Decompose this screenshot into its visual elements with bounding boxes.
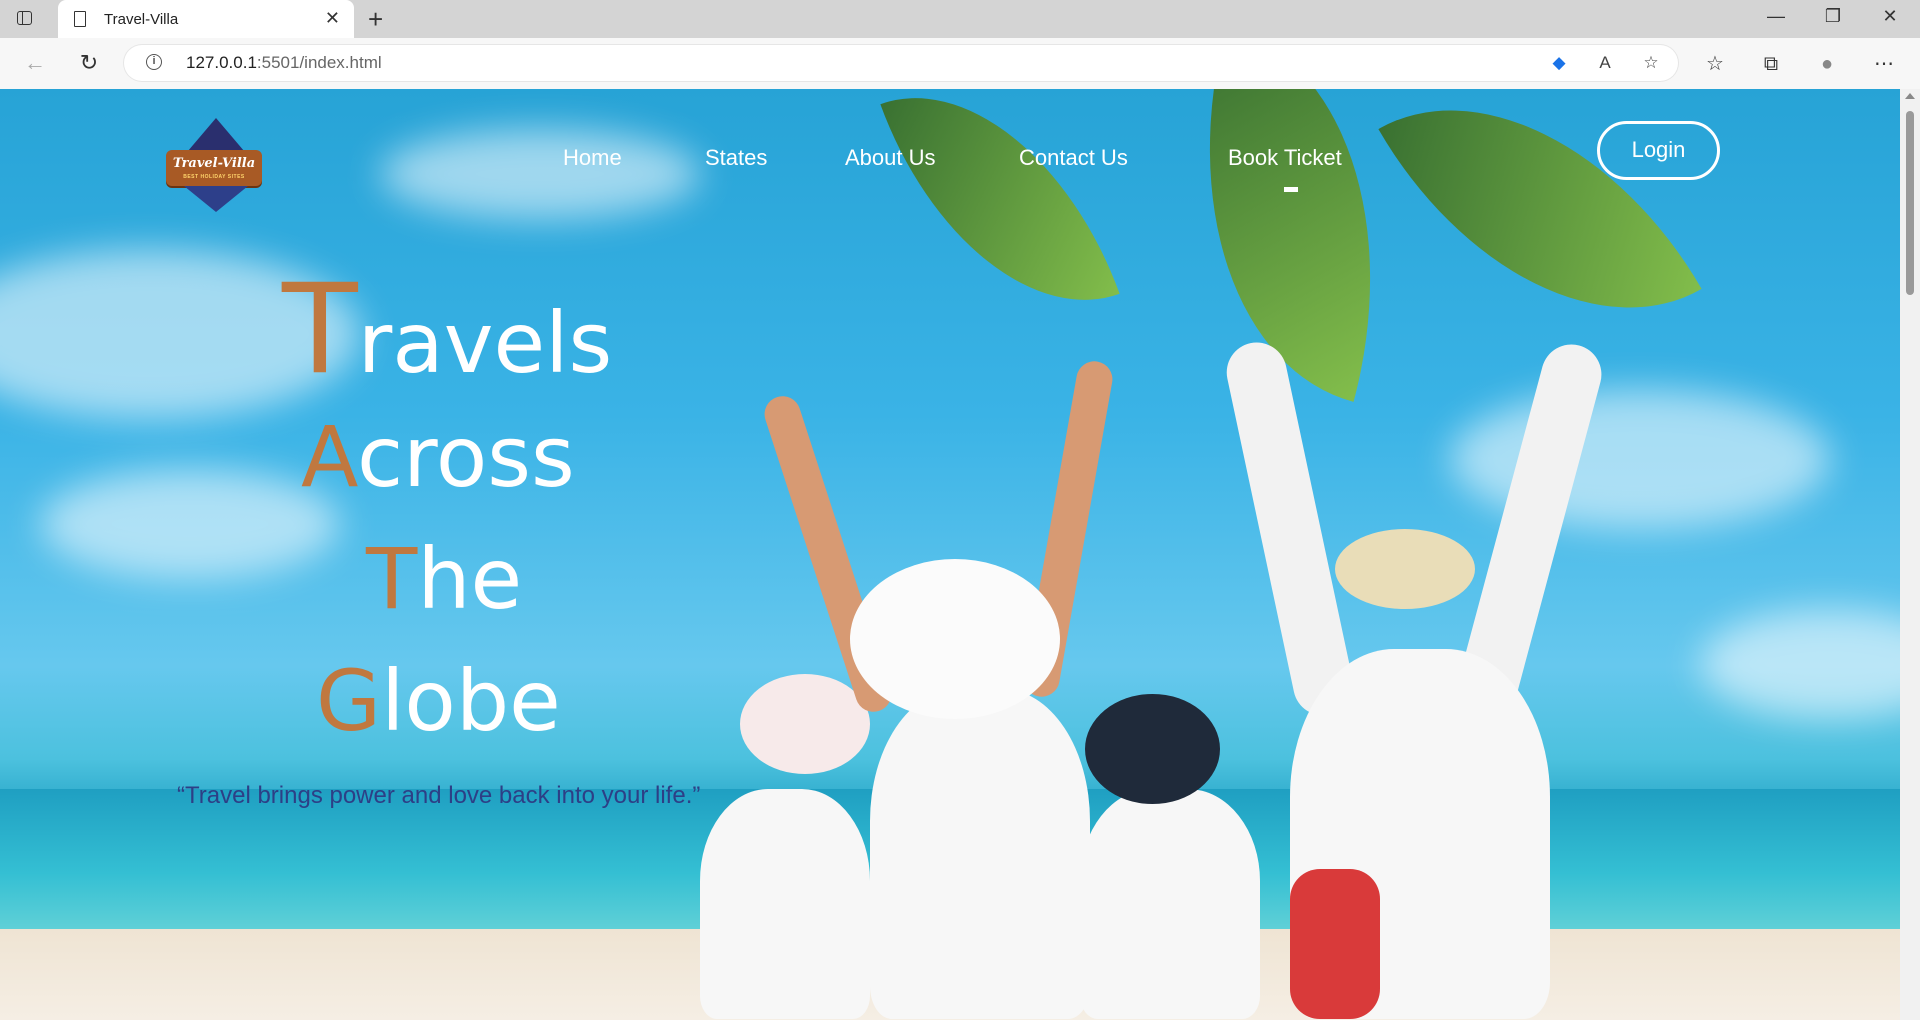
nav-home[interactable]: Home [563,145,622,171]
more-menu-icon[interactable]: ⋯ [1871,51,1897,77]
logo-text: Travel-Villa [172,156,256,171]
back-arrow-icon[interactable]: ← [22,50,48,76]
site-info-icon[interactable]: i [146,54,162,70]
nav-book-ticket[interactable]: Book Ticket [1228,145,1342,171]
hero-line-the: The [366,530,523,628]
hero-line-globe: Globe [316,652,561,750]
browser-tab-bar: Travel-Villa ✕ + — ❐ ✕ [0,0,1920,38]
logo-subtext: BEST HOLIDAY SITES [183,174,245,180]
refresh-icon[interactable]: ↻ [76,50,102,76]
hero-line-travels: Travels [282,258,613,402]
scroll-up-arrow-icon[interactable] [1905,93,1915,99]
nav-about-us[interactable]: About Us [845,145,936,171]
profile-icon[interactable]: ● [1814,51,1840,77]
nav-contact-us[interactable]: Contact Us [1019,145,1128,171]
page-viewport [0,89,1900,1020]
tab-actions-icon[interactable] [14,8,36,30]
login-button[interactable]: Login [1597,121,1720,180]
close-window-button[interactable]: ✕ [1870,6,1910,27]
tab-title: Travel-Villa [104,11,179,28]
browser-tab[interactable]: Travel-Villa ✕ [58,0,354,38]
collections-icon[interactable]: ⧉ [1758,51,1784,77]
hero-quote: “Travel brings power and love back into … [177,782,701,809]
page-icon [74,11,86,27]
page-scrollbar[interactable] [1900,89,1920,1020]
restore-button[interactable]: ❐ [1813,6,1853,27]
hero-line-across: Across [301,408,575,506]
tab-close-icon[interactable]: ✕ [325,8,340,29]
add-favorite-icon[interactable]: ☆ [1640,53,1662,73]
site-logo[interactable]: Travel-Villa BEST HOLIDAY SITES [162,116,268,216]
address-bar[interactable]: i 127.0.0.1:5501/index.html ◆ A ☆ [124,45,1678,81]
address-toolbar: ← ↻ i 127.0.0.1:5501/index.html ◆ A ☆ ☆ … [0,38,1920,90]
read-aloud-icon[interactable]: A [1594,53,1616,73]
shopping-tag-icon[interactable]: ◆ [1548,53,1570,73]
active-nav-indicator [1284,187,1298,192]
nav-states[interactable]: States [705,145,767,171]
minimize-button[interactable]: — [1756,6,1796,27]
favorites-icon[interactable]: ☆ [1702,51,1728,77]
new-tab-button[interactable]: + [368,4,383,35]
scrollbar-thumb[interactable] [1906,111,1914,295]
url-text[interactable]: 127.0.0.1:5501/index.html [186,53,382,73]
